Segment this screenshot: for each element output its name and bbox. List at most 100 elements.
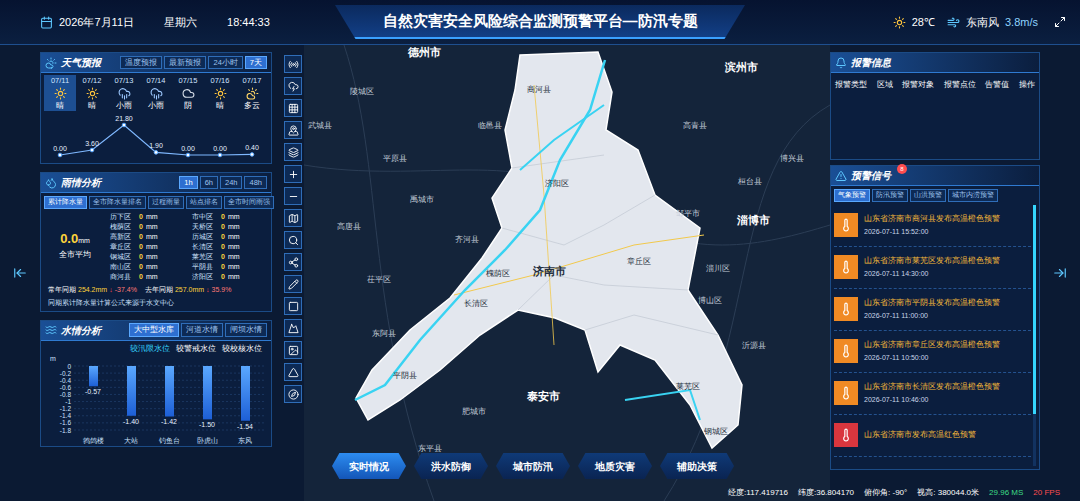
warning-icon <box>835 170 847 182</box>
legend-item[interactable]: 较汛限水位 <box>130 343 170 354</box>
tab[interactable]: 24小时 <box>208 56 242 70</box>
collapse-right-button[interactable] <box>1053 266 1067 280</box>
status-bar: 经度:117.419716纬度:36.804170俯仰角: -90°视高: 38… <box>728 487 1060 499</box>
nav-button[interactable]: 实时情况 <box>332 453 406 479</box>
warning-item[interactable]: 山东省济南市章丘区发布高温橙色预警2026-07-11 10:50:00 <box>834 331 1031 373</box>
svg-text:-1.54: -1.54 <box>237 423 253 430</box>
search-icon <box>288 235 299 246</box>
tab[interactable]: 河道水情 <box>181 323 223 337</box>
tab[interactable]: 防汛预警 <box>872 189 908 202</box>
map-label: 平阴县 <box>393 372 417 380</box>
tool-button[interactable] <box>284 253 302 271</box>
district-rain: 市中区0mm <box>192 212 268 222</box>
nav-button[interactable]: 洪水防御 <box>414 453 488 479</box>
tab[interactable]: 温度预报 <box>120 56 162 70</box>
column-header: 区域 <box>877 79 893 90</box>
tool-button[interactable] <box>284 143 302 161</box>
tab[interactable]: 闸坝水情 <box>225 323 267 337</box>
warning-item[interactable]: 山东省济南市平阴县发布高温橙色预警2026-07-11 11:00:00 <box>834 289 1031 331</box>
tab[interactable]: 48h <box>244 176 267 190</box>
svg-text:m: m <box>50 355 56 362</box>
column-header: 报警类型 <box>835 79 867 90</box>
map-label: 商河县 <box>527 86 551 94</box>
forecast-day[interactable]: 07/14小雨 <box>140 75 172 111</box>
tab[interactable]: 气象预警 <box>834 189 870 202</box>
tool-button[interactable] <box>284 187 302 205</box>
tool-button[interactable] <box>284 385 302 403</box>
panel-header: 雨情分析1h6h24h48h <box>41 173 271 193</box>
svg-text:-1.6: -1.6 <box>60 419 72 426</box>
tool-button[interactable] <box>284 165 302 183</box>
water-bar[interactable]: -0.57鹁鸽楼 <box>83 366 104 445</box>
tool-button[interactable] <box>284 77 302 95</box>
tab[interactable]: 大中型水库 <box>129 323 179 337</box>
panel-title: 报警信息 <box>851 55 891 70</box>
warning-item[interactable]: 山东省济南市长清区发布高温橙色预警2026-07-11 10:46:00 <box>834 373 1031 415</box>
tab[interactable]: 全市时间雨强 <box>224 196 274 209</box>
nav-button[interactable]: 辅助决策 <box>660 453 734 479</box>
tool-button[interactable] <box>284 99 302 117</box>
tab[interactable]: 过程雨量 <box>148 196 184 209</box>
water-bar[interactable]: -1.50卧虎山 <box>197 366 218 444</box>
tool-button[interactable] <box>284 209 302 227</box>
area-icon <box>288 301 299 312</box>
warning-item[interactable]: 山东省济南市商河县发布高温橙色预警2026-07-11 15:52:00 <box>834 205 1031 247</box>
map-pin-icon <box>288 125 299 136</box>
forecast-day[interactable]: 07/13小雨 <box>108 75 140 111</box>
fullscreen-button[interactable] <box>1054 16 1066 28</box>
tab[interactable]: 24h <box>220 176 243 190</box>
tool-button[interactable] <box>284 363 302 381</box>
legend-item[interactable]: 较校核水位 <box>222 343 262 354</box>
tab[interactable]: 7天 <box>245 56 267 70</box>
scrollbar-thumb[interactable] <box>1033 205 1036 414</box>
forecast-day[interactable]: 07/16晴 <box>204 75 236 111</box>
tab[interactable]: 6h <box>200 176 218 190</box>
legend-item[interactable]: 较警戒水位 <box>176 343 216 354</box>
warning-item[interactable]: 山东省济南市莱芜区发布高温橙色预警2026-07-11 14:30:00 <box>834 247 1031 289</box>
tab[interactable]: 城市内涝预警 <box>948 189 998 202</box>
district-rain: 平阴县0mm <box>192 262 268 272</box>
tab[interactable]: 全市降水量排名 <box>89 196 146 209</box>
collapse-left-button[interactable] <box>13 266 27 280</box>
water-level-chart: m0-0.2-0.4-0.6-0.8-1-1.2-1.4-1.6-1.8-0.5… <box>44 354 268 446</box>
tool-button[interactable] <box>284 275 302 293</box>
cloud-sun-icon <box>45 57 57 69</box>
jinan-region[interactable] <box>356 52 742 448</box>
rain-point: 0.40 <box>245 144 259 156</box>
forecast-day[interactable]: 07/15阴 <box>172 75 204 111</box>
map-label: 槐荫区 <box>486 270 510 278</box>
tool-button[interactable] <box>284 297 302 315</box>
water-bar[interactable]: -1.54东风 <box>237 366 253 444</box>
forecast-day[interactable]: 07/17多云 <box>236 75 268 111</box>
map[interactable]: 德州市滨州市商河县陵城区武城县临邑县高青县平原县桓台县博兴县济阳区禹城市邹平市淄… <box>304 45 830 501</box>
map-label: 淄川区 <box>706 265 730 273</box>
tool-button[interactable] <box>284 121 302 139</box>
tool-button[interactable] <box>284 55 302 73</box>
status-item: 纬度:36.804170 <box>798 487 854 499</box>
tool-button[interactable] <box>284 231 302 249</box>
tab[interactable]: 站点排名 <box>186 196 222 209</box>
water-bar[interactable]: -1.40大站 <box>123 366 139 444</box>
tab[interactable]: 最新预报 <box>164 56 206 70</box>
nav-button[interactable]: 地质灾害 <box>578 453 652 479</box>
map-label: 平原县 <box>383 155 407 163</box>
forecast-day[interactable]: 07/12晴 <box>76 75 108 111</box>
nav-button[interactable]: 城市防汛 <box>496 453 570 479</box>
dashboard: 2026年7月11日星期六18:44:33自然灾害安全风险综合监测预警平台—防汛… <box>0 0 1080 501</box>
wind-speed: 3.8m/s <box>1005 14 1038 31</box>
tab[interactable]: 累计降水量 <box>44 196 87 209</box>
svg-text:1.90: 1.90 <box>149 142 163 149</box>
tab[interactable]: 1h <box>179 176 197 190</box>
scrollbar[interactable] <box>1033 205 1036 467</box>
water-bar[interactable]: -1.42钓鱼台 <box>158 366 180 444</box>
terrain-icon <box>288 323 299 334</box>
wind-direction: 东南风 <box>966 14 999 31</box>
basemap-icon <box>288 213 299 224</box>
tab[interactable]: 山洪预警 <box>910 189 946 202</box>
warning-item[interactable]: 山东省济南市发布高温红色预警 <box>834 415 1031 457</box>
platform-title: 自然灾害安全风险综合监测预警平台—防汛专题 <box>335 5 745 39</box>
tool-button[interactable] <box>284 319 302 337</box>
tool-button[interactable] <box>284 341 302 359</box>
forecast-day[interactable]: 07/11晴 <box>44 75 76 111</box>
map-label: 济阳区 <box>545 180 569 188</box>
